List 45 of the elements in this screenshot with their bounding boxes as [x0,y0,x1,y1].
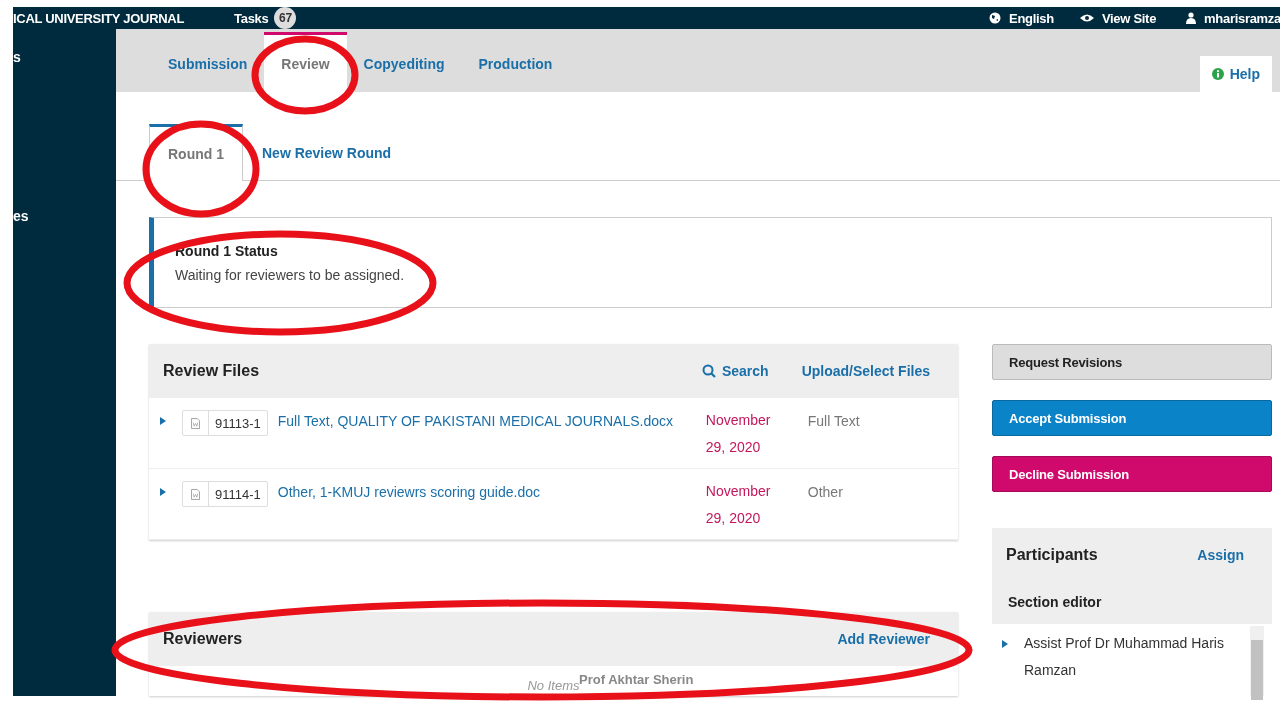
search-icon [701,364,716,378]
expand-icon[interactable] [160,488,166,496]
panel-title: Reviewers [163,630,243,648]
file-type: Full Text [807,412,860,430]
sidebar-item[interactable]: s [13,49,21,65]
info-icon [1211,68,1224,80]
upload-link[interactable]: Upload/Select Files [801,363,930,379]
stage-tab[interactable]: Submission [151,32,265,92]
journal-title[interactable]: ICAL UNIVERSITY JOURNAL [13,10,185,26]
document-icon [191,488,200,500]
empty-message: No Items [527,678,580,695]
assign-link[interactable]: Assign [1197,547,1244,563]
participant-name[interactable]: Assist Prof Dr Muhammad Haris Ramzan [1024,630,1244,684]
expand-icon[interactable] [160,417,166,425]
document-icon [191,417,200,429]
help-tab[interactable]: Help [1199,56,1272,92]
group-title: Section editor [1008,594,1102,610]
file-date: November 29, 2020 [705,482,772,528]
round-tab[interactable]: New Review Round [243,124,411,181]
add-reviewer-link[interactable]: Add Reviewer [837,631,930,647]
request-revisions-button[interactable]: Request Revisions [992,344,1272,380]
language-link[interactable]: English [1009,10,1054,26]
panel-title: Review Files [163,362,260,380]
accept-button[interactable]: Accept Submission [992,400,1272,436]
file-date: November 29, 2020 [705,411,772,457]
globe-icon [989,12,1002,24]
status-message: Waiting for reviewers to be assigned. [175,266,405,283]
overlay-caption: Prof Akhtar Sherin [579,672,694,687]
panel-title: Participants [1006,546,1098,564]
stage-tab[interactable]: Production [461,32,570,92]
eye-icon [1079,13,1094,23]
tasks-link[interactable]: Tasks [234,10,269,26]
stage-tab[interactable]: Copyediting [346,32,462,92]
decline-button[interactable]: Decline Submission [992,456,1272,492]
file-link[interactable]: Other, 1-KMUJ reviewrs scoring guide.doc [277,483,696,501]
file-type: Other [807,483,843,501]
search-link[interactable]: Search [701,363,769,379]
file-link[interactable]: Full Text, QUALITY OF PAKISTANI MEDICAL JOURNALS.docx [277,412,696,430]
tasks-count: 67 [274,7,297,29]
view-site-link[interactable]: View Site [1101,10,1157,26]
file-id: 91113-1 [214,414,262,433]
user-icon [1186,12,1197,24]
file-id: 91114-1 [214,485,262,504]
sidebar-item[interactable]: es [13,208,29,224]
expand-icon[interactable] [1002,640,1008,648]
